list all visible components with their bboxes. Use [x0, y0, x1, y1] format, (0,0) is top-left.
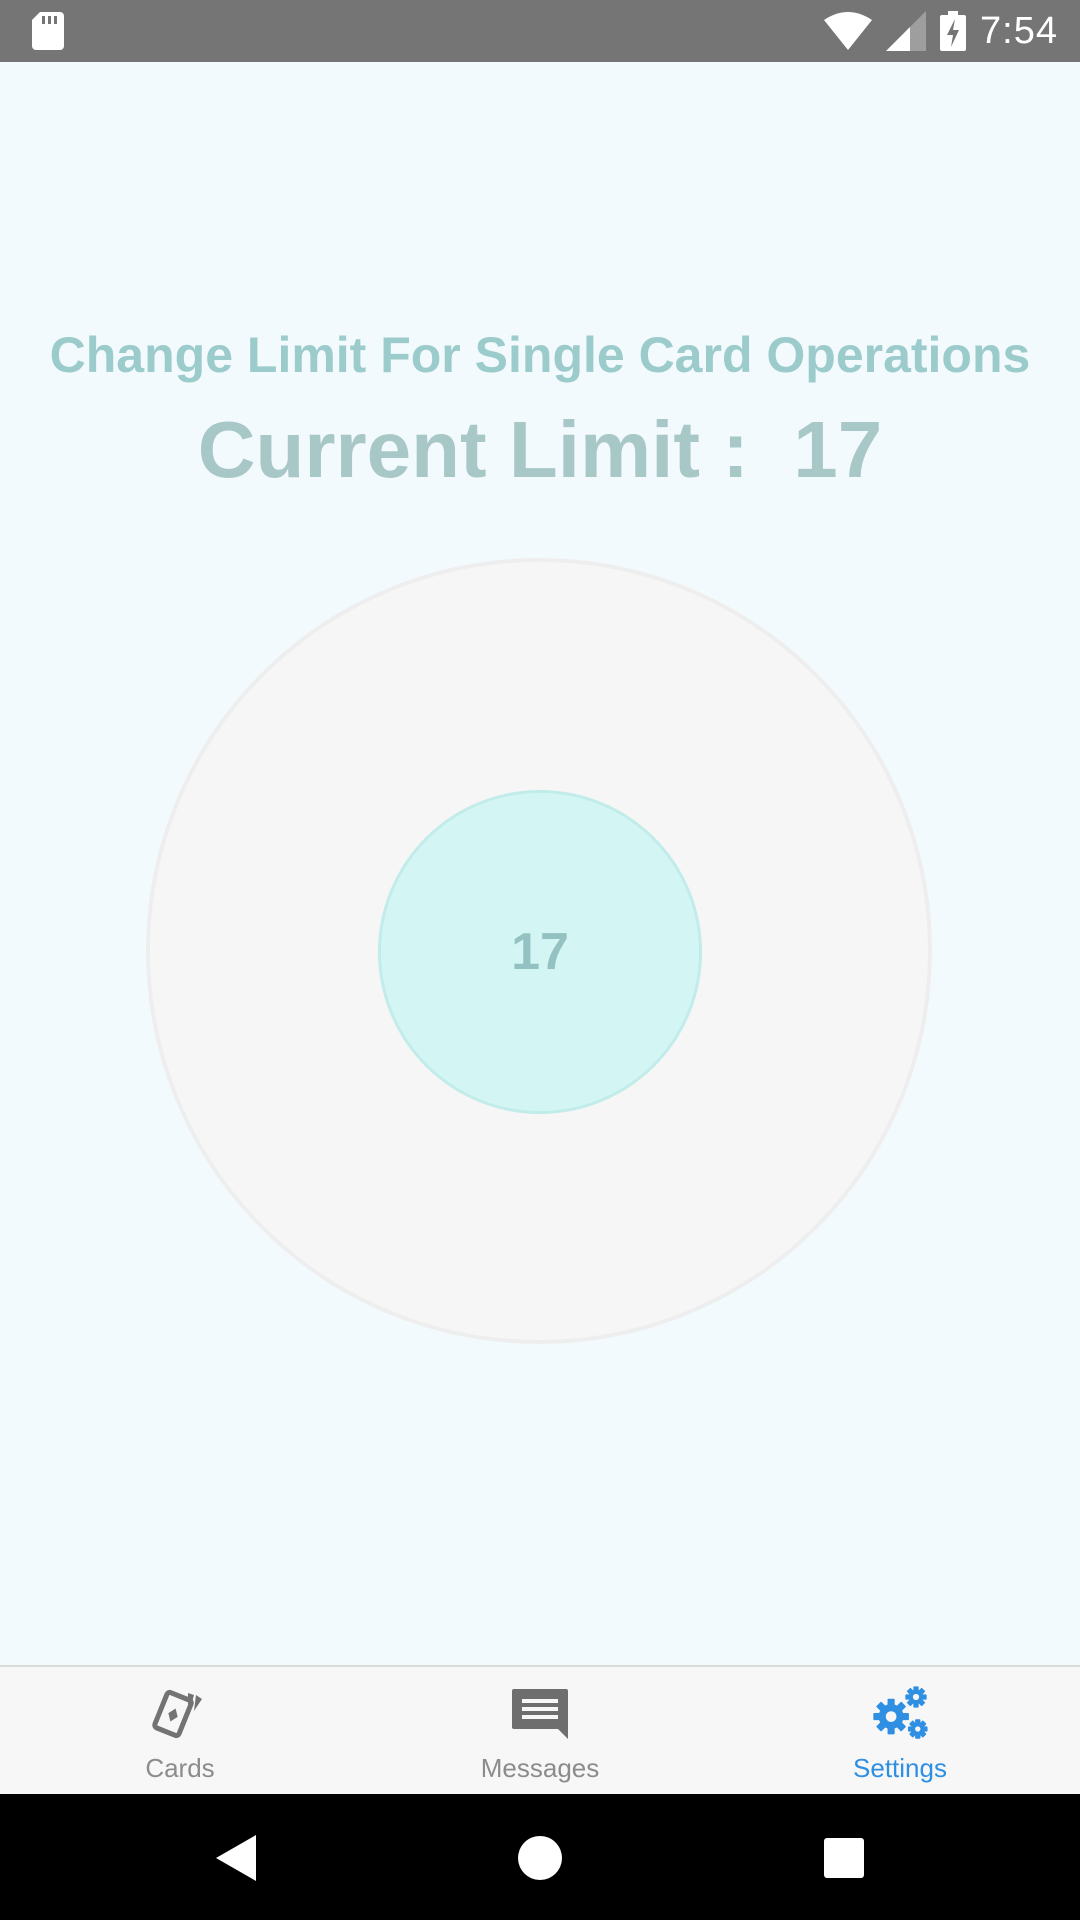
- nav-item-messages[interactable]: Messages: [360, 1667, 720, 1794]
- nav-label-messages: Messages: [480, 1753, 600, 1783]
- page-title: Change Limit For Single Card Operations: [49, 327, 1031, 383]
- back-icon[interactable]: [216, 1835, 256, 1881]
- battery-charging-icon: [940, 11, 967, 51]
- nav-label-cards: Cards: [145, 1753, 215, 1783]
- bottom-nav: Cards Messages Settings: [0, 1665, 1080, 1794]
- current-limit: Current Limit : 17: [0, 404, 1080, 496]
- dial-value: 17: [511, 923, 569, 981]
- system-nav-bar: [0, 1794, 1080, 1920]
- status-bar: 7:54: [0, 0, 1080, 62]
- message-icon: [512, 1689, 568, 1739]
- cell-signal-icon: [886, 11, 927, 51]
- limit-dial-knob[interactable]: 17: [378, 790, 702, 1114]
- cards-icon: [152, 1689, 202, 1739]
- nav-item-cards[interactable]: Cards: [0, 1667, 360, 1794]
- nav-item-settings[interactable]: Settings: [720, 1667, 1080, 1794]
- nav-label-settings: Settings: [853, 1753, 947, 1783]
- sd-card-icon: [32, 12, 64, 50]
- home-icon[interactable]: [518, 1836, 562, 1880]
- current-limit-label: Current Limit :: [197, 405, 749, 494]
- current-limit-value: 17: [793, 405, 883, 494]
- status-time: 7:54: [980, 9, 1058, 52]
- recents-icon[interactable]: [824, 1838, 864, 1878]
- gears-icon: [873, 1686, 928, 1739]
- wifi-icon: [824, 12, 873, 50]
